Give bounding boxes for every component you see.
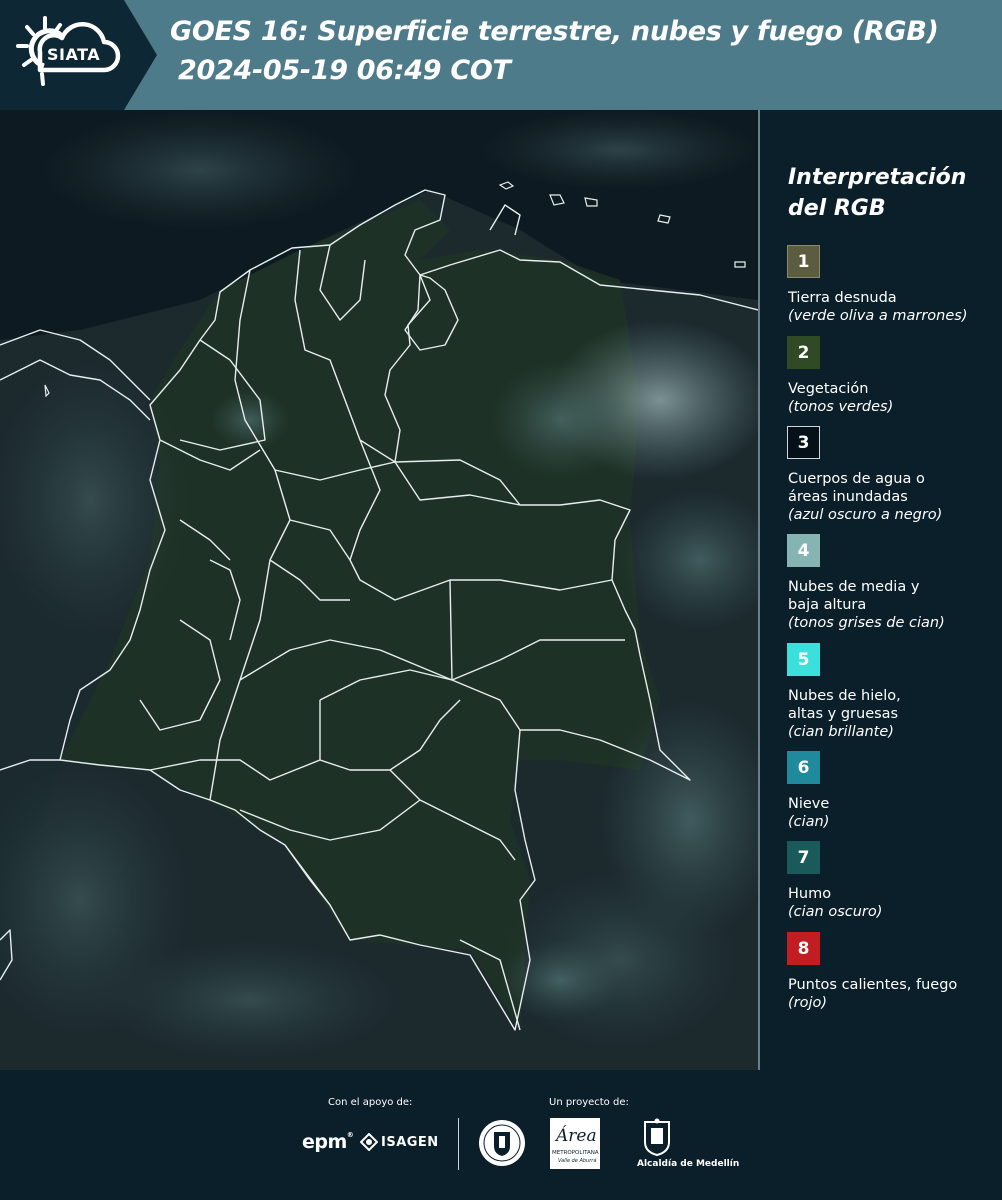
legend-swatch-2: 2	[787, 336, 820, 369]
legend-label-line: Humo	[788, 886, 832, 902]
epm-logo[interactable]: epm®	[302, 1131, 354, 1153]
legend-note: (tonos verdes)	[788, 399, 894, 415]
legend-swatch-1: 1	[787, 245, 820, 278]
support-label: Con el apoyo de:	[328, 1097, 413, 1108]
legend-label-line: Tierra desnuda	[788, 290, 897, 306]
legend-note: (azul oscuro a negro)	[788, 507, 943, 523]
legend-title-line2: del RGB	[788, 196, 886, 221]
project-label: Un proyecto de:	[549, 1097, 629, 1108]
legend-label-2: Vegetación (tonos verdes)	[788, 380, 893, 416]
legend-label-line: Puntos calientes, fuego	[788, 977, 958, 993]
legend-number: 8	[797, 938, 810, 959]
legend-label-6: Nieve (cian)	[788, 795, 829, 831]
footer-divider	[458, 1118, 459, 1170]
area-metropolitana-logo[interactable]: Área METROPOLITANA Valle de Aburrá	[550, 1118, 600, 1169]
legend-label-line: Nieve	[788, 796, 830, 812]
alcaldia-logo-text: Alcaldía de Medellín	[637, 1159, 740, 1169]
legend-label-line: Nubes de media y	[788, 579, 920, 595]
legend-swatch-3: 3	[787, 426, 820, 459]
coat-of-arms-icon	[644, 1118, 670, 1156]
legend-label-line: Cuerpos de agua o	[788, 471, 925, 487]
legend-note: (tonos grises de cian)	[788, 615, 945, 631]
isagen-logo[interactable]: ISAGEN	[360, 1133, 439, 1151]
seal-icon	[479, 1120, 525, 1166]
satellite-map[interactable]	[0, 110, 760, 1070]
header-bar: SIATA GOES 16: Superficie terrestre, nub…	[0, 0, 1002, 110]
legend-swatch-8: 8	[787, 932, 820, 965]
legend-note: (cian brillante)	[788, 724, 894, 740]
legend-label-4: Nubes de media y baja altura (tonos grises…	[788, 578, 945, 632]
legend-title: Interpretación del RGB	[788, 162, 966, 224]
legend-label-line: Nubes de hielo,	[788, 688, 901, 704]
legend-swatch-7: 7	[787, 841, 820, 874]
siata-seal-logo[interactable]	[477, 1118, 527, 1172]
legend-label-8: Puntos calientes, fuego (rojo)	[788, 976, 957, 1012]
legend-label-1: Tierra desnuda (verde oliva a marrones)	[788, 289, 967, 325]
legend-number: 6	[797, 757, 810, 778]
legend-label-3: Cuerpos de agua o áreas inundadas (azul os…	[788, 470, 942, 524]
legend-title-line1: Interpretación	[788, 165, 967, 190]
siata-logo[interactable]: SIATA	[0, 0, 157, 110]
registered-icon: ®	[346, 1131, 354, 1139]
legend-label-line: áreas inundadas	[788, 489, 908, 505]
legend-label-5: Nubes de hielo, altas y gruesas (cian bril…	[788, 687, 901, 741]
legend-note: (cian)	[788, 814, 830, 830]
epm-logo-text: epm	[302, 1131, 347, 1153]
legend-note: (cian oscuro)	[788, 904, 883, 920]
timestamp: 2024-05-19 06:49 COT	[178, 55, 511, 86]
legend-note: (verde oliva a marrones)	[788, 308, 968, 324]
legend-number: 1	[797, 251, 810, 272]
legend-number: 5	[797, 649, 810, 670]
legend-note: (rojo)	[788, 995, 828, 1011]
legend-number: 4	[797, 540, 810, 561]
legend-label-line: baja altura	[788, 597, 867, 613]
legend-swatch-4: 4	[787, 534, 820, 567]
map-svg	[0, 110, 758, 1070]
isagen-icon	[360, 1133, 378, 1151]
legend-number: 3	[797, 432, 810, 453]
logo-text: SIATA	[47, 45, 101, 64]
legend-label-7: Humo (cian oscuro)	[788, 885, 882, 921]
legend-number: 7	[797, 847, 810, 868]
area-logo-line1: METROPOLITANA	[552, 1150, 599, 1156]
legend-swatch-5: 5	[787, 643, 820, 676]
legend-number: 2	[797, 342, 810, 363]
legend-swatch-6: 6	[787, 751, 820, 784]
page-title: GOES 16: Superficie terrestre, nubes y f…	[170, 16, 939, 47]
legend-label-line: altas y gruesas	[788, 706, 899, 722]
area-logo-script: Área	[556, 1126, 597, 1146]
area-logo-line2: Valle de Aburrá	[558, 1158, 597, 1164]
isagen-logo-text: ISAGEN	[381, 1134, 439, 1150]
legend-label-line: Vegetación	[788, 381, 869, 397]
